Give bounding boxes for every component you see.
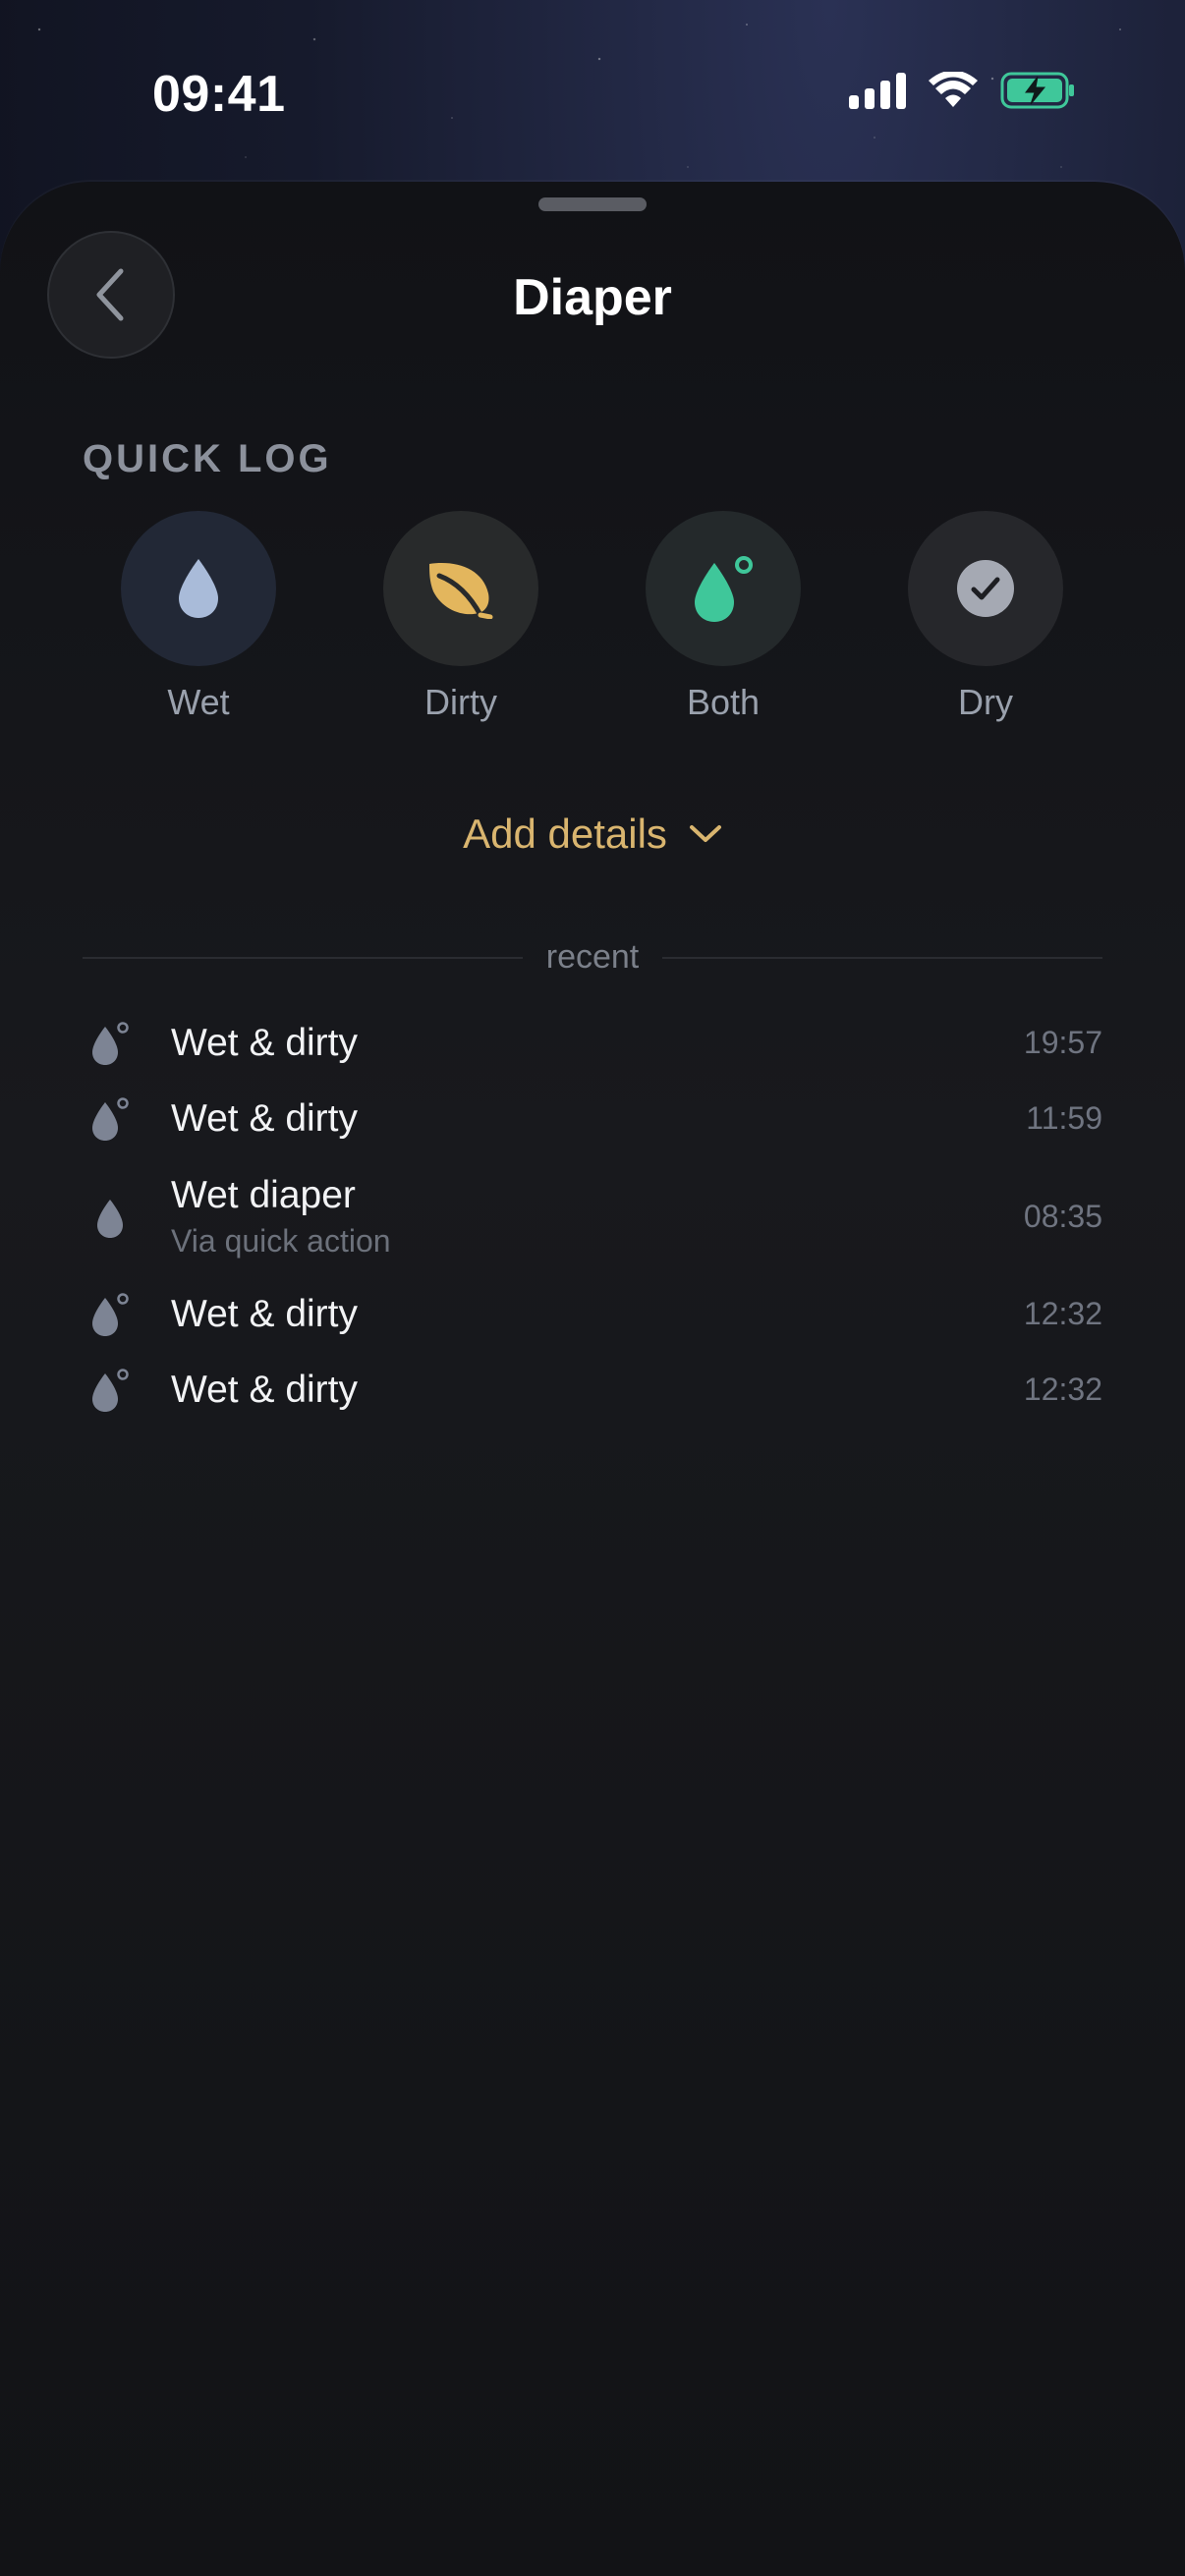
status-bar: 09:41	[0, 0, 1185, 187]
recent-icon	[83, 1368, 138, 1413]
add-details-button[interactable]: Add details	[0, 811, 1185, 858]
quick-log-wet-label: Wet	[167, 682, 230, 722]
list-item[interactable]: Wet & dirty 11:59	[83, 1081, 1102, 1156]
droplet-dot-icon	[92, 1021, 129, 1065]
list-item[interactable]: Wet & dirty 19:57	[83, 1005, 1102, 1081]
quick-log-dirty-label: Dirty	[424, 682, 497, 722]
recent-divider: recent	[83, 938, 1102, 977]
droplet-dot-icon	[92, 1292, 129, 1336]
recent-subtitle: Via quick action	[171, 1222, 391, 1259]
quick-log-dry[interactable]: Dry	[877, 511, 1094, 723]
status-time: 09:41	[152, 66, 286, 123]
add-details-label: Add details	[463, 811, 667, 857]
recent-title: Wet & dirty	[171, 1096, 358, 1140]
recent-text: Wet diaper Via quick action	[171, 1174, 1024, 1260]
droplet-icon	[179, 559, 218, 618]
recent-icon	[83, 1194, 138, 1239]
chevron-down-icon	[689, 825, 721, 842]
list-item[interactable]: Wet & dirty 12:32	[83, 1276, 1102, 1352]
leaf-icon	[429, 563, 493, 619]
recent-text: Wet & dirty	[171, 1022, 1024, 1065]
divider-line-left	[83, 956, 523, 959]
quick-log-dirty[interactable]: Dirty	[353, 511, 569, 723]
recent-text: Wet & dirty	[171, 1369, 1024, 1412]
recent-icon	[83, 1096, 138, 1142]
quick-log-wet-button[interactable]	[121, 511, 276, 666]
divider-line-right	[662, 956, 1102, 959]
droplet-dot-icon	[92, 1096, 129, 1141]
recent-text: Wet & dirty	[171, 1097, 1026, 1141]
diaper-sheet: Diaper QUICK LOG Wet Dirty Both Dry Add …	[0, 182, 1185, 2576]
quick-log-wet[interactable]: Wet	[90, 511, 307, 723]
list-item[interactable]: Wet diaper Via quick action 08:35	[83, 1156, 1102, 1276]
status-icons	[849, 71, 1077, 110]
recent-title: Wet & dirty	[171, 1021, 358, 1064]
check-circle-icon	[957, 560, 1014, 617]
screen: 09:41 Diaper QUICK LOG Wet Dirty Both Dr…	[0, 0, 1185, 2576]
cellular-signal-icon	[849, 72, 906, 109]
page-title: Diaper	[513, 269, 672, 326]
quick-log-label: QUICK LOG	[83, 437, 332, 480]
quick-log-both-label: Both	[686, 682, 761, 722]
recent-title: Wet & dirty	[171, 1368, 358, 1411]
recent-time: 12:32	[1023, 1296, 1102, 1331]
quick-log-both[interactable]: Both	[615, 511, 831, 723]
sheet-grabber[interactable]	[538, 197, 647, 211]
quick-log-row: Wet Dirty Both Dry	[0, 511, 1185, 737]
battery-charging-icon	[1000, 72, 1074, 109]
recent-icon	[83, 1021, 138, 1066]
list-item[interactable]: Wet & dirty 12:32	[83, 1352, 1102, 1428]
wifi-icon	[929, 72, 978, 107]
recent-time: 19:57	[1023, 1025, 1102, 1060]
recent-label: recent	[545, 938, 640, 976]
recent-time: 08:35	[1023, 1198, 1102, 1234]
recent-title: Wet diaper	[171, 1173, 356, 1216]
recent-icon	[83, 1292, 138, 1337]
quick-log-dry-label: Dry	[958, 682, 1013, 722]
recent-title: Wet & dirty	[171, 1292, 358, 1335]
droplet-dot-icon	[92, 1368, 129, 1412]
recent-list: Wet & dirty 19:57 Wet & dirty 11:59 Wet …	[83, 1005, 1102, 1428]
quick-log-both-button[interactable]	[646, 511, 801, 666]
droplet-icon	[97, 1200, 123, 1238]
quick-log-dry-button[interactable]	[908, 511, 1063, 666]
droplet-dot-icon	[695, 556, 753, 622]
quick-log-dirty-button[interactable]	[383, 511, 538, 666]
recent-time: 12:32	[1023, 1372, 1102, 1407]
recent-text: Wet & dirty	[171, 1293, 1024, 1336]
recent-time: 11:59	[1026, 1100, 1102, 1136]
